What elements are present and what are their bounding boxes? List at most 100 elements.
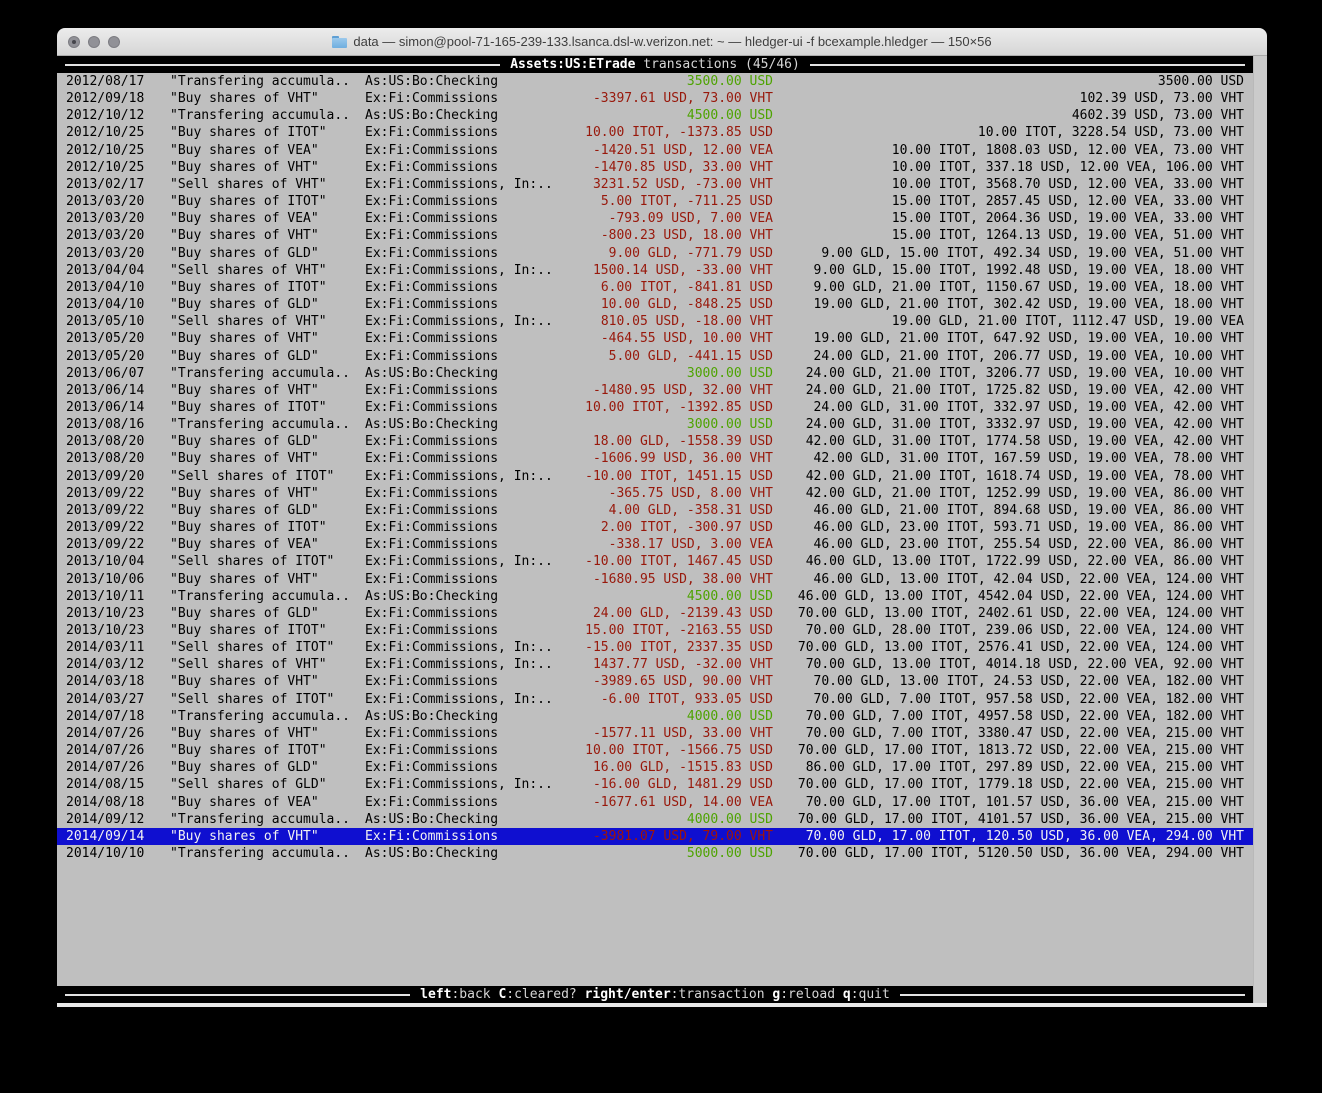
transaction-running-balance: 46.00 GLD, 21.00 ITOT, 894.68 USD, 19.00… bbox=[783, 502, 1244, 519]
transaction-amount: -793.09 USD, 7.00 VEA bbox=[487, 210, 773, 227]
transaction-amount: -464.55 USD, 10.00 VHT bbox=[487, 330, 773, 347]
transaction-row[interactable]: 2013/10/23"Buy shares of GLD"Ex:Fi:Commi… bbox=[57, 605, 1253, 622]
transaction-date: 2013/10/23 bbox=[66, 622, 144, 639]
transaction-date: 2013/06/14 bbox=[66, 399, 144, 416]
transaction-row[interactable]: 2013/02/17"Sell shares of VHT"Ex:Fi:Comm… bbox=[57, 176, 1253, 193]
transaction-amount: 1500.14 USD, -33.00 VHT bbox=[487, 262, 773, 279]
transaction-date: 2013/03/20 bbox=[66, 245, 144, 262]
transaction-other-account: Ex:Fi:Commissions bbox=[365, 450, 498, 467]
scrollbar-track[interactable] bbox=[1253, 56, 1267, 1003]
transaction-description: "Buy shares of ITOT" bbox=[170, 519, 327, 536]
transaction-description: "Buy shares of GLD" bbox=[170, 605, 319, 622]
transaction-row[interactable]: 2013/03/20"Buy shares of VEA"Ex:Fi:Commi… bbox=[57, 210, 1253, 227]
transaction-row[interactable]: 2013/06/14"Buy shares of ITOT"Ex:Fi:Comm… bbox=[57, 399, 1253, 416]
transaction-row[interactable]: 2013/04/04"Sell shares of VHT"Ex:Fi:Comm… bbox=[57, 262, 1253, 279]
transaction-date: 2013/08/20 bbox=[66, 450, 144, 467]
transaction-other-account: Ex:Fi:Commissions bbox=[365, 673, 498, 690]
transaction-running-balance: 70.00 GLD, 13.00 ITOT, 24.53 USD, 22.00 … bbox=[783, 673, 1244, 690]
transaction-row[interactable]: 2012/10/25"Buy shares of VHT"Ex:Fi:Commi… bbox=[57, 159, 1253, 176]
transaction-amount: 10.00 ITOT, -1566.75 USD bbox=[487, 742, 773, 759]
transaction-other-account: Ex:Fi:Commissions bbox=[365, 502, 498, 519]
transaction-row[interactable]: 2013/08/20"Buy shares of VHT"Ex:Fi:Commi… bbox=[57, 450, 1253, 467]
transaction-row[interactable]: 2014/08/18"Buy shares of VEA"Ex:Fi:Commi… bbox=[57, 794, 1253, 811]
transaction-running-balance: 19.00 GLD, 21.00 ITOT, 1112.47 USD, 19.0… bbox=[783, 313, 1244, 330]
transaction-row[interactable]: 2014/07/26"Buy shares of GLD"Ex:Fi:Commi… bbox=[57, 759, 1253, 776]
transaction-row[interactable]: 2013/03/20"Buy shares of GLD"Ex:Fi:Commi… bbox=[57, 245, 1253, 262]
transaction-row[interactable]: 2013/08/16"Transfering accumula..As:US:B… bbox=[57, 416, 1253, 433]
window-titlebar[interactable]: data — simon@pool-71-165-239-133.lsanca.… bbox=[57, 28, 1267, 56]
transaction-amount: 15.00 ITOT, -2163.55 USD bbox=[487, 622, 773, 639]
hint-description: :cleared? bbox=[506, 987, 576, 1002]
transaction-amount: -1577.11 USD, 33.00 VHT bbox=[487, 725, 773, 742]
transaction-row[interactable]: 2013/09/22"Buy shares of VEA"Ex:Fi:Commi… bbox=[57, 536, 1253, 553]
hint-key: q bbox=[843, 987, 851, 1002]
transaction-date: 2013/10/11 bbox=[66, 588, 144, 605]
transaction-row[interactable]: 2014/03/11"Sell shares of ITOT"Ex:Fi:Com… bbox=[57, 639, 1253, 656]
transaction-row[interactable]: 2013/08/20"Buy shares of GLD"Ex:Fi:Commi… bbox=[57, 433, 1253, 450]
zoom-button[interactable] bbox=[108, 36, 120, 48]
transaction-row[interactable]: 2013/04/10"Buy shares of GLD"Ex:Fi:Commi… bbox=[57, 296, 1253, 313]
transaction-other-account: As:US:Bo:Checking bbox=[365, 708, 498, 725]
transaction-row[interactable]: 2013/06/14"Buy shares of VHT"Ex:Fi:Commi… bbox=[57, 382, 1253, 399]
transaction-other-account: As:US:Bo:Checking bbox=[365, 845, 498, 862]
transaction-row[interactable]: 2013/06/07"Transfering accumula..As:US:B… bbox=[57, 365, 1253, 382]
transaction-row[interactable]: 2013/03/20"Buy shares of ITOT"Ex:Fi:Comm… bbox=[57, 193, 1253, 210]
transaction-row[interactable]: 2012/10/25"Buy shares of VEA"Ex:Fi:Commi… bbox=[57, 142, 1253, 159]
transaction-description: "Transfering accumula.. bbox=[170, 845, 350, 862]
transaction-date: 2013/05/10 bbox=[66, 313, 144, 330]
transaction-row[interactable]: 2013/09/22"Buy shares of VHT"Ex:Fi:Commi… bbox=[57, 485, 1253, 502]
transaction-row[interactable]: 2013/10/04"Sell shares of ITOT"Ex:Fi:Com… bbox=[57, 553, 1253, 570]
transaction-row[interactable]: 2013/10/23"Buy shares of ITOT"Ex:Fi:Comm… bbox=[57, 622, 1253, 639]
transaction-date: 2012/10/12 bbox=[66, 107, 144, 124]
transaction-other-account: As:US:Bo:Checking bbox=[365, 107, 498, 124]
transaction-date: 2013/04/10 bbox=[66, 279, 144, 296]
transaction-amount: 16.00 GLD, -1515.83 USD bbox=[487, 759, 773, 776]
transaction-row[interactable]: 2013/09/20"Sell shares of ITOT"Ex:Fi:Com… bbox=[57, 468, 1253, 485]
transaction-row[interactable]: 2014/10/10"Transfering accumula..As:US:B… bbox=[57, 845, 1253, 862]
transaction-row[interactable]: 2013/05/10"Sell shares of VHT"Ex:Fi:Comm… bbox=[57, 313, 1253, 330]
transaction-row[interactable]: 2014/07/18"Transfering accumula..As:US:B… bbox=[57, 708, 1253, 725]
transaction-date: 2013/03/20 bbox=[66, 210, 144, 227]
transaction-row[interactable]: 2013/10/06"Buy shares of VHT"Ex:Fi:Commi… bbox=[57, 571, 1253, 588]
screen-title: Assets:US:ETrade transactions (45/46) bbox=[510, 56, 800, 73]
transaction-row[interactable]: 2012/10/25"Buy shares of ITOT"Ex:Fi:Comm… bbox=[57, 124, 1253, 141]
transaction-amount: -6.00 ITOT, 933.05 USD bbox=[487, 691, 773, 708]
transaction-row[interactable]: 2014/03/18"Buy shares of VHT"Ex:Fi:Commi… bbox=[57, 673, 1253, 690]
transaction-row[interactable]: 2014/07/26"Buy shares of ITOT"Ex:Fi:Comm… bbox=[57, 742, 1253, 759]
transaction-date: 2014/09/14 bbox=[66, 828, 144, 845]
transaction-row[interactable]: 2014/07/26"Buy shares of VHT"Ex:Fi:Commi… bbox=[57, 725, 1253, 742]
transaction-date: 2012/08/17 bbox=[66, 73, 144, 90]
transaction-other-account: Ex:Fi:Commissions bbox=[365, 227, 498, 244]
transaction-other-account: Ex:Fi:Commissions bbox=[365, 519, 498, 536]
transaction-row[interactable]: 2013/09/22"Buy shares of ITOT"Ex:Fi:Comm… bbox=[57, 519, 1253, 536]
transaction-row[interactable]: 2013/03/20"Buy shares of VHT"Ex:Fi:Commi… bbox=[57, 227, 1253, 244]
transaction-row[interactable]: 2014/09/12"Transfering accumula..As:US:B… bbox=[57, 811, 1253, 828]
transaction-row[interactable]: 2013/05/20"Buy shares of VHT"Ex:Fi:Commi… bbox=[57, 330, 1253, 347]
transaction-row[interactable]: 2012/09/18"Buy shares of VHT"Ex:Fi:Commi… bbox=[57, 90, 1253, 107]
transaction-running-balance: 46.00 GLD, 23.00 ITOT, 255.54 USD, 22.00… bbox=[783, 536, 1244, 553]
transaction-date: 2014/07/26 bbox=[66, 742, 144, 759]
transaction-description: "Sell shares of GLD" bbox=[170, 776, 327, 793]
close-button[interactable] bbox=[68, 36, 80, 48]
transaction-description: "Buy shares of VHT" bbox=[170, 159, 319, 176]
minimize-button[interactable] bbox=[88, 36, 100, 48]
transaction-row-selected[interactable]: 2014/09/14"Buy shares of VHT"Ex:Fi:Commi… bbox=[57, 828, 1253, 845]
transaction-row[interactable]: 2013/05/20"Buy shares of GLD"Ex:Fi:Commi… bbox=[57, 348, 1253, 365]
transaction-row[interactable]: 2014/03/12"Sell shares of VHT"Ex:Fi:Comm… bbox=[57, 656, 1253, 673]
current-account: Assets:US:ETrade bbox=[510, 57, 635, 72]
transaction-description: "Buy shares of ITOT" bbox=[170, 124, 327, 141]
transaction-running-balance: 46.00 GLD, 13.00 ITOT, 4542.04 USD, 22.0… bbox=[783, 588, 1244, 605]
transaction-row[interactable]: 2013/10/11"Transfering accumula..As:US:B… bbox=[57, 588, 1253, 605]
transaction-row[interactable]: 2014/03/27"Sell shares of ITOT"Ex:Fi:Com… bbox=[57, 691, 1253, 708]
transaction-row[interactable]: 2013/04/10"Buy shares of ITOT"Ex:Fi:Comm… bbox=[57, 279, 1253, 296]
transaction-running-balance: 70.00 GLD, 28.00 ITOT, 239.06 USD, 22.00… bbox=[783, 622, 1244, 639]
transaction-row[interactable]: 2013/09/22"Buy shares of GLD"Ex:Fi:Commi… bbox=[57, 502, 1253, 519]
transaction-running-balance: 9.00 GLD, 15.00 ITOT, 1992.48 USD, 19.00… bbox=[783, 262, 1244, 279]
transaction-row[interactable]: 2012/08/17"Transfering accumula..As:US:B… bbox=[57, 73, 1253, 90]
hint-key: right/enter bbox=[585, 987, 671, 1002]
hint-description: :back bbox=[451, 987, 490, 1002]
transaction-amount: 5000.00 USD bbox=[487, 845, 773, 862]
transaction-amount: -1606.99 USD, 36.00 VHT bbox=[487, 450, 773, 467]
transaction-row[interactable]: 2012/10/12"Transfering accumula..As:US:B… bbox=[57, 107, 1253, 124]
transaction-row[interactable]: 2014/08/15"Sell shares of GLD"Ex:Fi:Comm… bbox=[57, 776, 1253, 793]
